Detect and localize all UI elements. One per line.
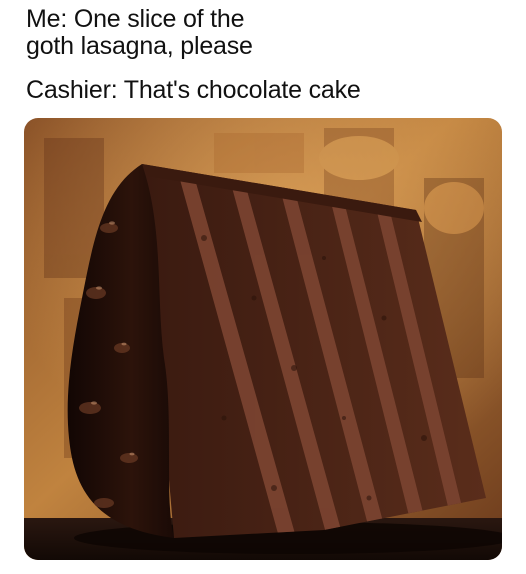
caption-cashier-line: Cashier: That's chocolate cake [26,76,361,104]
chocolate-cake-illustration [24,118,502,560]
cake-photo [24,118,502,560]
caption-me-line: Me: One slice of the goth lasagna, pleas… [26,5,253,60]
